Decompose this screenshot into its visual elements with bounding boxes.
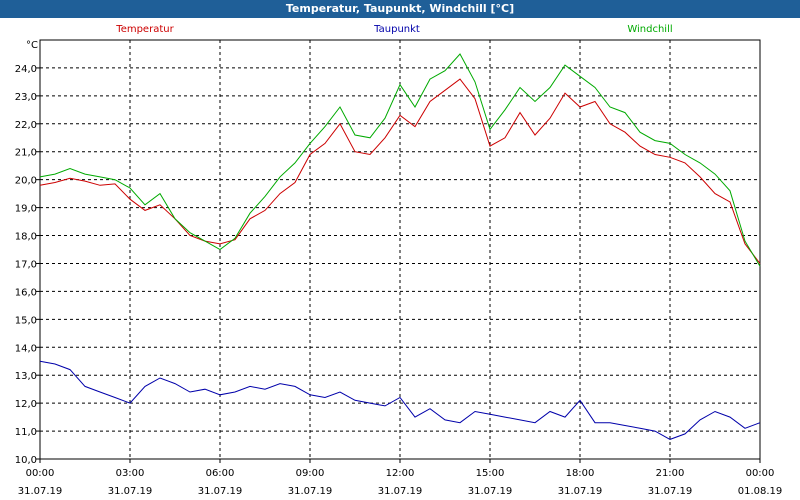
x-tick-label-date: 31.07.19 — [468, 486, 513, 497]
x-tick-label-date: 31.07.19 — [648, 486, 693, 497]
x-tick-label-time: 12:00 — [386, 468, 415, 479]
axes — [36, 39, 761, 463]
chart-title: Temperatur, Taupunkt, Windchill [°C] — [0, 0, 800, 18]
y-tick-label: 11,0 — [15, 427, 37, 438]
y-tick-label: 19,0 — [15, 204, 37, 215]
x-tick-label-time: 03:00 — [116, 468, 145, 479]
y-tick-label: 15,0 — [15, 315, 37, 326]
x-tick-label-time: 15:00 — [476, 468, 505, 479]
x-tick-label-time: 00:00 — [746, 468, 775, 479]
y-tick-label: 10,0 — [15, 455, 37, 466]
y-tick-label: 12,0 — [15, 399, 37, 410]
x-tick-label-date: 31.07.19 — [18, 486, 63, 497]
x-tick-label-time: 21:00 — [656, 468, 685, 479]
x-tick-label-time: 00:00 — [26, 468, 55, 479]
grid — [40, 40, 760, 459]
legend-entry-windchill: Windchill — [627, 24, 672, 35]
x-tick-label-time: 06:00 — [206, 468, 235, 479]
y-tick-label: 17,0 — [15, 259, 37, 270]
y-tick-label: 22,0 — [15, 120, 37, 131]
x-tick-label-time: 18:00 — [566, 468, 595, 479]
legend-entry-taupunkt: Taupunkt — [373, 24, 420, 35]
x-tick-label-date: 31.07.19 — [288, 486, 333, 497]
x-tick-label-date: 01.08.19 — [738, 486, 783, 497]
y-tick-label: 13,0 — [15, 371, 37, 382]
x-tick-label-date: 31.07.19 — [558, 486, 603, 497]
x-tick-label-date: 31.07.19 — [108, 486, 153, 497]
x-tick-label-date: 31.07.19 — [378, 486, 423, 497]
x-tick-label-date: 31.07.19 — [198, 486, 243, 497]
y-unit-label: °C — [26, 40, 38, 51]
legend-entry-temperatur: Temperatur — [115, 24, 174, 35]
y-tick-label: 14,0 — [15, 343, 37, 354]
x-tick-label-time: 09:00 — [296, 468, 325, 479]
y-tick-label: 24,0 — [15, 64, 37, 75]
y-tick-label: 23,0 — [15, 92, 37, 103]
line-chart: 10,0 11,0 12,0 13,0 14,0 15,0 16,0 17,0 18,0 19,0… — [15, 24, 783, 497]
y-tick-label: 20,0 — [15, 176, 37, 187]
y-tick-label: 18,0 — [15, 232, 37, 243]
legend: Temperatur Taupunkt Windchill — [115, 24, 672, 35]
y-tick-label: 16,0 — [15, 287, 37, 298]
y-tick-label: 21,0 — [15, 148, 37, 159]
